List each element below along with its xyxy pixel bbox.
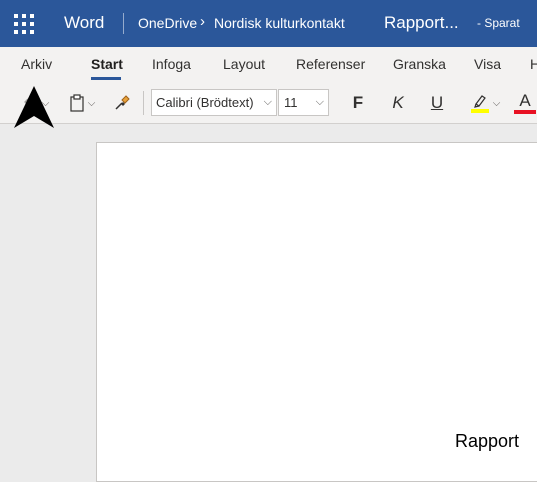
tab-start[interactable]: Start — [91, 56, 123, 72]
tab-infoga[interactable]: Infoga — [152, 56, 191, 72]
font-name-value: Calibri (Brödtext) — [156, 95, 254, 110]
chevron-down-icon: ⌵ — [492, 97, 501, 109]
highlight-button[interactable]: ⌵ — [466, 91, 504, 115]
document-text[interactable]: Rapport — [455, 431, 519, 452]
title-divider — [123, 13, 124, 34]
tab-granska[interactable]: Granska — [393, 56, 446, 72]
font-color-icon: A — [514, 90, 536, 114]
document-title[interactable]: Rapport... — [384, 13, 459, 33]
font-color-button[interactable]: A — [514, 91, 536, 115]
app-launcher-icon[interactable] — [14, 14, 34, 34]
ribbon-toolbar: ⌵ ⌵ Calibri (Brödtext) ⌵ 11 ⌵ F K U ⌵ A — [0, 83, 537, 124]
font-name-select[interactable]: Calibri (Brödtext) ⌵ — [151, 89, 277, 116]
active-tab-indicator — [91, 77, 121, 80]
breadcrumb-separator: › — [200, 13, 205, 30]
tab-visa[interactable]: Visa — [474, 56, 501, 72]
tab-layout[interactable]: Layout — [223, 56, 265, 72]
font-size-value: 11 — [284, 95, 298, 110]
tab-hjalp[interactable]: H — [530, 56, 537, 72]
undo-button[interactable]: ⌵ — [16, 91, 56, 115]
chevron-down-icon: ⌵ — [315, 96, 324, 108]
font-color-swatch — [514, 109, 536, 114]
document-canvas[interactable]: Rapport — [0, 124, 537, 482]
bold-button[interactable]: F — [346, 91, 370, 115]
breadcrumb-folder[interactable]: Nordisk kulturkontakt — [214, 15, 345, 31]
app-name[interactable]: Word — [64, 13, 104, 33]
undo-icon — [23, 98, 38, 111]
format-painter-button[interactable] — [110, 91, 134, 115]
toolbar-divider — [143, 91, 144, 115]
ribbon-tabs: Arkiv Start Infoga Layout Referenser Gra… — [0, 47, 537, 83]
underline-button[interactable]: U — [425, 91, 449, 115]
save-status: - Sparat — [477, 16, 520, 30]
tab-arkiv[interactable]: Arkiv — [21, 56, 52, 72]
chevron-down-icon: ⌵ — [87, 97, 96, 109]
paste-button[interactable]: ⌵ — [64, 91, 100, 115]
chevron-down-icon: ⌵ — [263, 96, 272, 108]
chevron-down-icon: ⌵ — [41, 97, 50, 109]
font-color-letter: A — [519, 90, 531, 110]
tab-referenser[interactable]: Referenser — [296, 56, 365, 72]
format-painter-icon — [115, 95, 130, 110]
italic-button[interactable]: K — [386, 91, 410, 115]
document-page[interactable]: Rapport — [96, 142, 537, 482]
breadcrumb-onedrive[interactable]: OneDrive — [138, 15, 197, 31]
title-bar: Word OneDrive › Nordisk kulturkontakt Ra… — [0, 0, 537, 47]
highlighter-icon — [470, 95, 489, 113]
clipboard-icon — [70, 94, 84, 112]
font-size-select[interactable]: 11 ⌵ — [278, 89, 329, 116]
